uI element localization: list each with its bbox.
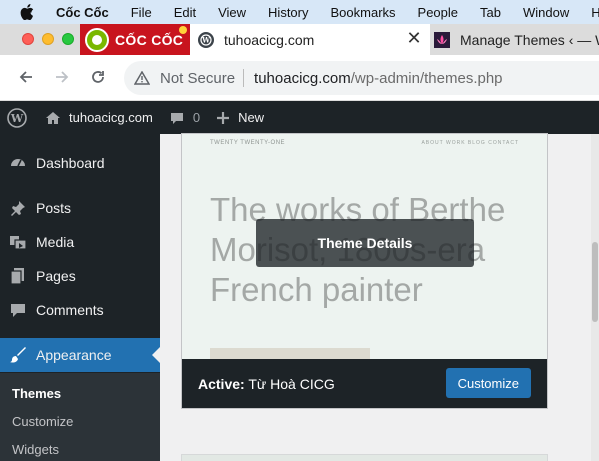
browser-tab-strip: CỐC CỐC W tuhoacicg.com ✕ Manage Themes …	[0, 24, 599, 55]
active-prefix: Active:	[198, 375, 245, 392]
scrollbar-thumb[interactable]	[592, 242, 598, 322]
sidebar-item-label: Posts	[36, 200, 72, 216]
admin-bar-site-link[interactable]: tuhoacicg.com	[45, 110, 153, 126]
warning-icon[interactable]	[134, 70, 150, 86]
sidebar-item-dashboard[interactable]: Dashboard	[0, 146, 160, 180]
new-label: New	[238, 110, 265, 125]
coccoc-brand-text: CỐC CỐC	[115, 31, 184, 48]
sidebar-item-pages[interactable]: Pages	[0, 259, 160, 293]
tab-title: tuhoacicg.com	[224, 31, 315, 48]
forward-arrow-icon[interactable]	[52, 67, 72, 87]
coccoc-logo[interactable]: CỐC CỐC	[80, 24, 190, 55]
wp-admin-sidebar: Dashboard Posts Media Pages Comments App…	[0, 134, 160, 461]
macos-menu-bar: Cốc Cốc File Edit View History Bookmarks…	[0, 0, 599, 24]
comment-bubble-icon	[170, 112, 183, 124]
wp-admin-bar: W tuhoacicg.com 0 New	[0, 101, 599, 134]
tab-manage-themes[interactable]: Manage Themes ‹ — W	[430, 24, 599, 55]
screenshot-site-title: TWENTY TWENTY-ONE	[210, 140, 286, 146]
window-close-button[interactable]	[22, 33, 34, 45]
menu-tab[interactable]: Tab	[480, 5, 501, 20]
address-bar[interactable]: Not Secure tuhoacicg.com /wp-admin/theme…	[124, 61, 599, 95]
sidebar-item-label: Pages	[36, 268, 76, 284]
active-theme-card[interactable]: TWENTY TWENTY-ONE ABOUT WORK BLOG CONTAC…	[182, 134, 547, 408]
coccoc-leaf-icon	[85, 27, 109, 52]
next-theme-card[interactable]	[182, 455, 547, 461]
reload-icon[interactable]	[88, 67, 108, 87]
sidebar-item-comments[interactable]: Comments	[0, 293, 160, 327]
window-minimize-button[interactable]	[42, 33, 54, 45]
dashboard-icon	[9, 154, 27, 172]
theme-screenshot[interactable]: TWENTY TWENTY-ONE ABOUT WORK BLOG CONTAC…	[182, 134, 547, 359]
theme-details-button[interactable]: Theme Details	[256, 219, 474, 267]
wordpress-favicon-icon: W	[198, 31, 214, 48]
security-status[interactable]: Not Secure	[160, 70, 235, 87]
sidebar-item-media[interactable]: Media	[0, 225, 160, 259]
comments-count: 0	[192, 110, 201, 125]
menu-edit[interactable]: Edit	[174, 5, 196, 20]
back-arrow-icon[interactable]	[16, 67, 36, 87]
active-theme-name: Active: Từ Hoà CICG	[198, 376, 335, 392]
lotus-favicon-icon	[434, 31, 450, 48]
menu-view[interactable]: View	[218, 5, 246, 20]
customize-button[interactable]: Customize	[445, 368, 531, 398]
sidebar-item-label: Dashboard	[36, 155, 105, 171]
page-scrollbar[interactable]	[591, 134, 599, 461]
menu-file[interactable]: File	[131, 5, 152, 20]
tab-tuhoacicg[interactable]: W tuhoacicg.com ✕	[190, 24, 430, 55]
svg-text:W: W	[201, 35, 210, 44]
submenu-widgets[interactable]: Widgets	[12, 442, 59, 457]
url-host: tuhoacicg.com	[254, 69, 351, 87]
admin-bar-comments[interactable]: 0	[169, 110, 200, 126]
sidebar-item-label: Media	[36, 234, 75, 250]
plus-icon	[217, 111, 230, 124]
comment-icon	[9, 301, 27, 319]
tab-close-icon[interactable]: ✕	[406, 29, 422, 47]
menu-window[interactable]: Window	[523, 5, 569, 20]
submenu-themes[interactable]: Themes	[12, 386, 61, 401]
tab-title: Manage Themes ‹ — W	[460, 31, 599, 48]
flower-icon	[179, 26, 187, 34]
url-path: /wp-admin/themes.php	[350, 69, 503, 87]
menu-bookmarks[interactable]: Bookmarks	[331, 5, 396, 20]
pages-icon	[9, 267, 27, 285]
sidebar-item-label: Comments	[36, 302, 104, 318]
home-icon	[46, 111, 60, 124]
svg-text:W: W	[10, 112, 24, 125]
window-zoom-button[interactable]	[62, 33, 74, 45]
paintbrush-icon	[9, 346, 27, 364]
menu-app-name[interactable]: Cốc Cốc	[56, 5, 109, 20]
sidebar-item-appearance[interactable]: Appearance	[0, 338, 160, 372]
address-divider	[243, 69, 245, 87]
screenshot-nav: ABOUT WORK BLOG CONTACT	[421, 140, 519, 146]
screenshot-image	[210, 348, 370, 359]
wordpress-logo-icon[interactable]: W	[7, 107, 27, 128]
browser-toolbar: Not Secure tuhoacicg.com /wp-admin/theme…	[0, 55, 599, 101]
admin-bar-new[interactable]: New	[216, 110, 264, 125]
appearance-submenu: Themes Customize Widgets	[0, 373, 160, 461]
menu-help[interactable]: H	[591, 5, 599, 20]
media-icon	[9, 233, 27, 251]
sidebar-item-label: Appearance	[36, 347, 112, 363]
theme-name: Từ Hoà CICG	[248, 375, 335, 392]
pushpin-icon	[9, 199, 27, 217]
theme-name-bar: Active: Từ Hoà CICG Customize	[182, 359, 547, 408]
menu-people[interactable]: People	[418, 5, 458, 20]
apple-icon[interactable]	[20, 4, 34, 20]
menu-history[interactable]: History	[268, 5, 308, 20]
site-name: tuhoacicg.com	[69, 110, 153, 125]
sidebar-item-posts[interactable]: Posts	[0, 191, 160, 225]
submenu-customize[interactable]: Customize	[12, 414, 73, 429]
